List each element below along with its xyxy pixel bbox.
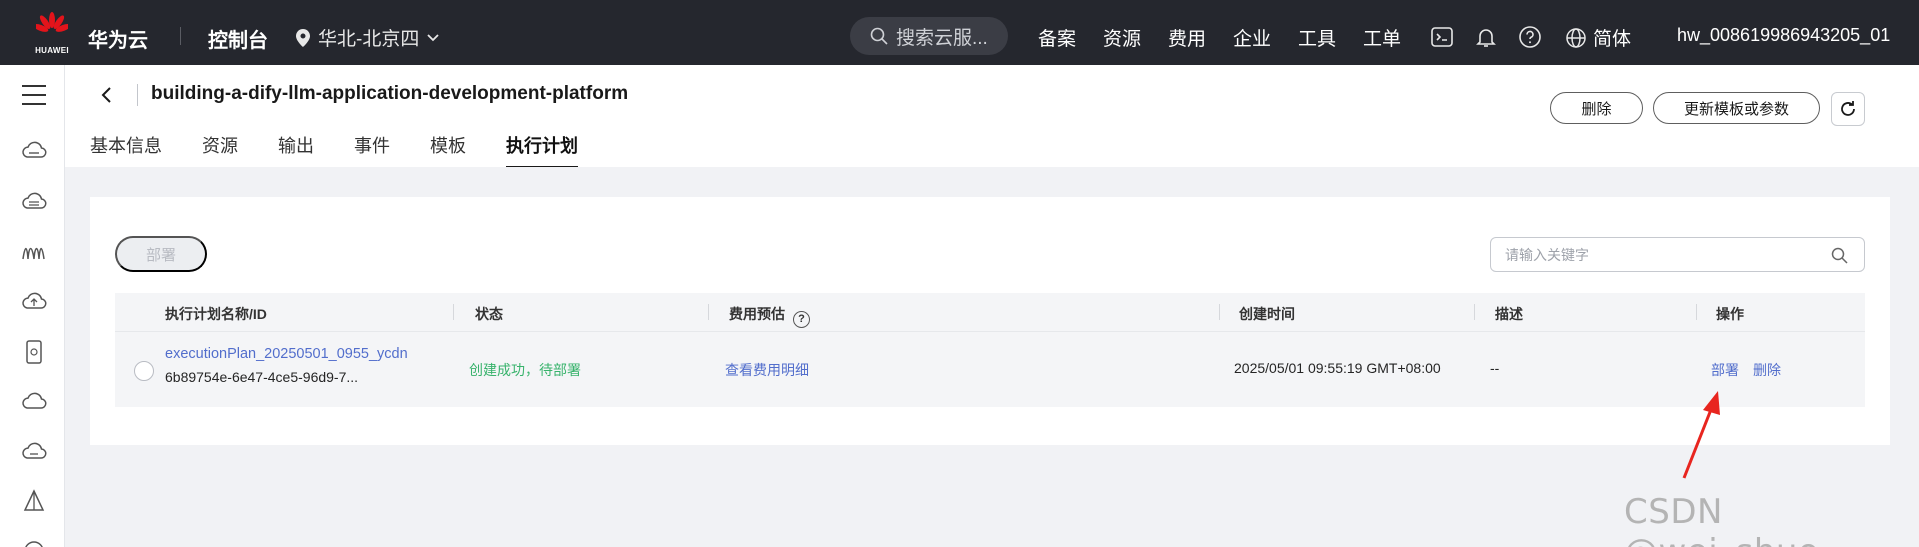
row-delete-link[interactable]: 删除 bbox=[1753, 360, 1781, 380]
pyramid-icon[interactable] bbox=[20, 488, 48, 516]
nav-tools[interactable]: 工具 bbox=[1298, 24, 1363, 51]
detail-tabs: 基本信息 资源 输出 事件 模板 执行计划 bbox=[90, 132, 578, 168]
tab-basic-info[interactable]: 基本信息 bbox=[90, 132, 162, 168]
refresh-icon bbox=[1841, 101, 1855, 116]
tab-outputs[interactable]: 输出 bbox=[278, 132, 314, 168]
col-header-name: 执行计划名称/ID bbox=[165, 306, 267, 322]
top-nav-links: 备案 资源 费用 企业 工具 工单 bbox=[1038, 24, 1428, 51]
tab-resources[interactable]: 资源 bbox=[202, 132, 238, 168]
cloud-sync-icon[interactable] bbox=[20, 438, 48, 466]
col-header-cost-label: 费用预估 bbox=[729, 306, 785, 322]
globe-icon bbox=[1566, 27, 1586, 48]
nav-enterprise[interactable]: 企业 bbox=[1233, 24, 1298, 51]
col-header-created: 创建时间 bbox=[1239, 306, 1295, 322]
status-text: 创建成功，待部署 bbox=[469, 362, 581, 378]
language-selector[interactable]: 简体 bbox=[1565, 24, 1631, 51]
col-separator bbox=[1474, 304, 1475, 320]
col-separator bbox=[453, 304, 454, 320]
user-account[interactable]: hw_008619986943205_01 bbox=[1677, 25, 1890, 46]
table-row[interactable]: executionPlan_20250501_0955_ycdn 6b89754… bbox=[115, 331, 1865, 407]
page-title: building-a-dify-llm-application-developm… bbox=[151, 83, 629, 104]
col-header-status: 状态 bbox=[475, 306, 503, 322]
nav-billing[interactable]: 费用 bbox=[1168, 24, 1233, 51]
plan-id: 6b89754e-6e47-4ce5-96d9-7... bbox=[165, 369, 359, 385]
phone-device-icon[interactable] bbox=[20, 338, 48, 366]
console-link[interactable]: 控制台 bbox=[208, 24, 268, 53]
tab-events[interactable]: 事件 bbox=[354, 132, 390, 168]
red-annotation-arrow-icon bbox=[1682, 391, 1720, 479]
cloud-icon[interactable] bbox=[20, 388, 48, 416]
bell-icon[interactable] bbox=[1474, 25, 1498, 49]
csdn-watermark: CSDN @wei_shuo bbox=[1624, 492, 1819, 547]
topbar-divider bbox=[180, 27, 181, 45]
col-separator bbox=[1219, 304, 1220, 320]
refresh-button[interactable] bbox=[1831, 92, 1865, 126]
huawei-logo[interactable]: HUAWEI bbox=[30, 12, 74, 56]
col-header-desc: 描述 bbox=[1495, 306, 1523, 322]
tab-execution-plan[interactable]: 执行计划 bbox=[506, 132, 578, 168]
global-search-input[interactable]: 搜索云服... bbox=[850, 17, 1008, 55]
nav-tickets[interactable]: 工单 bbox=[1363, 24, 1428, 51]
col-header-actions: 操作 bbox=[1716, 306, 1744, 322]
question-circle-icon[interactable]: ? bbox=[793, 310, 810, 328]
top-navigation-bar: HUAWEI 华为云 控制台 华北-北京四 搜索云服... 备案 资源 费用 企… bbox=[0, 0, 1919, 65]
col-separator bbox=[708, 304, 709, 320]
nav-beian[interactable]: 备案 bbox=[1038, 24, 1103, 51]
region-label: 华北-北京四 bbox=[318, 29, 420, 50]
cloud-name[interactable]: 华为云 bbox=[88, 24, 148, 53]
terminal-icon[interactable] bbox=[1430, 25, 1454, 49]
plan-name-link[interactable]: executionPlan_20250501_0955_ycdn bbox=[165, 346, 408, 362]
language-label: 简体 bbox=[1593, 29, 1632, 50]
monitor-wave-icon[interactable] bbox=[20, 238, 48, 266]
deploy-button-disabled[interactable]: 部署 bbox=[115, 236, 207, 272]
col-separator bbox=[1696, 304, 1697, 320]
global-search-placeholder: 搜索云服... bbox=[896, 27, 988, 49]
view-cost-details-link[interactable]: 查看费用明细 bbox=[725, 360, 809, 380]
help-icon[interactable] bbox=[1518, 25, 1542, 49]
col-header-cost: 费用预估? bbox=[729, 304, 810, 328]
table-header: 执行计划名称/ID 状态 费用预估? 创建时间 描述 操作 bbox=[115, 293, 1865, 331]
cloud-server-icon[interactable] bbox=[20, 138, 48, 166]
search-icon bbox=[870, 27, 888, 45]
location-pin-icon bbox=[296, 28, 310, 47]
row-select-radio[interactable] bbox=[134, 361, 154, 381]
description-cell: -- bbox=[1490, 360, 1500, 376]
hamburger-menu-icon[interactable] bbox=[22, 85, 46, 105]
keyword-search-placeholder: 请输入关键字 bbox=[1505, 246, 1589, 263]
tab-template[interactable]: 模板 bbox=[430, 132, 466, 168]
left-sidebar bbox=[0, 65, 65, 547]
row-deploy-link[interactable]: 部署 bbox=[1711, 360, 1739, 380]
back-arrow-icon[interactable] bbox=[96, 84, 118, 106]
partial-sidebar-icon[interactable] bbox=[20, 533, 48, 547]
region-selector[interactable]: 华北-北京四 bbox=[296, 24, 439, 51]
huawei-petals-icon bbox=[36, 12, 68, 32]
delete-stack-button[interactable]: 删除 bbox=[1550, 92, 1643, 124]
chevron-down-icon bbox=[427, 33, 439, 41]
search-icon[interactable] bbox=[1831, 247, 1848, 264]
nav-resources[interactable]: 资源 bbox=[1103, 24, 1168, 51]
update-template-button[interactable]: 更新模板或参数 bbox=[1653, 92, 1820, 124]
cloud-upload-icon[interactable] bbox=[20, 288, 48, 316]
created-time: 2025/05/01 09:55:19 GMT+08:00 bbox=[1234, 360, 1441, 376]
cloud-storage-icon[interactable] bbox=[20, 188, 48, 216]
keyword-search-input[interactable]: 请输入关键字 bbox=[1490, 237, 1865, 272]
header-divider bbox=[137, 84, 138, 106]
brand-word: HUAWEI bbox=[35, 46, 69, 55]
